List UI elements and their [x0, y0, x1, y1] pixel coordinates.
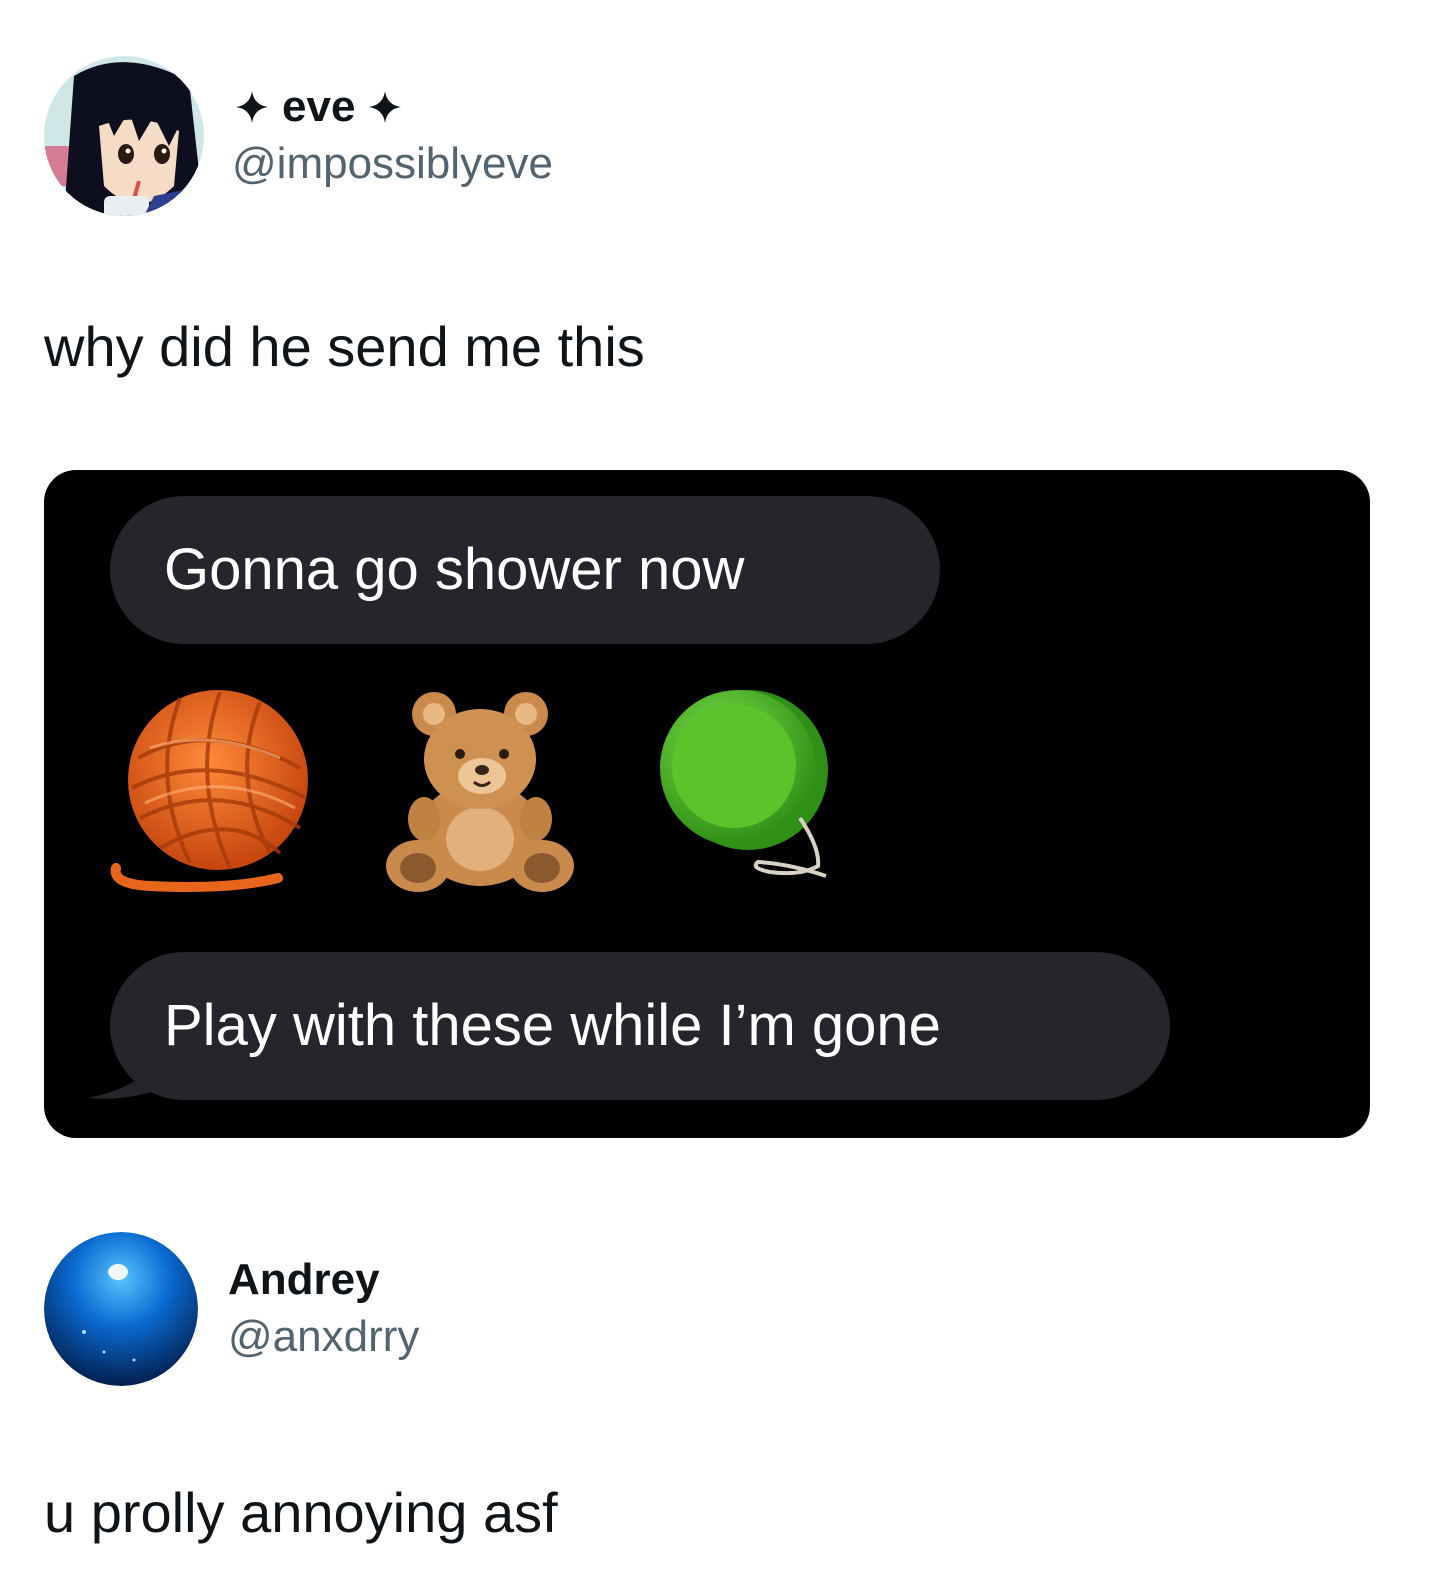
display-name[interactable]: eve — [232, 79, 553, 135]
sparkle-icon — [369, 91, 402, 123]
post-header: eve @impossiblyeve — [44, 56, 553, 216]
yarn-ball-emoji — [110, 690, 308, 892]
user-handle[interactable]: @anxdrry — [228, 1308, 419, 1366]
user-names: eve @impossiblyeve — [232, 79, 553, 193]
blue-orb-avatar-icon[interactable] — [44, 1232, 198, 1386]
display-name[interactable]: Andrey — [228, 1252, 419, 1308]
message-text: Gonna go shower now — [164, 537, 745, 602]
message-bubble: Play with these while I’m gone — [110, 952, 1170, 1100]
anime-girl-avatar-icon[interactable] — [44, 56, 204, 216]
teddy-bear-emoji — [386, 692, 574, 892]
user-handle[interactable]: @impossiblyeve — [232, 135, 553, 193]
display-name-text: Andrey — [228, 1255, 380, 1304]
bubble-tail — [88, 1046, 168, 1099]
message-text: Play with these while I’m gone — [164, 993, 941, 1058]
post-header: Andrey @anxdrry — [44, 1232, 419, 1386]
post-andrey: Andrey @anxdrry u prolly annoying asf — [0, 1160, 1433, 1593]
post-text: u prolly annoying asf — [44, 1481, 558, 1544]
post-text: why did he send me this — [44, 315, 645, 378]
display-name-text: eve — [282, 82, 356, 131]
emoji-row — [110, 688, 890, 898]
message-bubble: Gonna go shower now — [110, 496, 940, 644]
user-names: Andrey @anxdrry — [228, 1252, 419, 1366]
sparkle-icon — [236, 91, 268, 123]
yo-yo-emoji — [660, 690, 828, 878]
chat-screenshot: Gonna go shower now Play with these whil… — [44, 470, 1370, 1138]
post-eve: eve @impossiblyeve why did he send me th… — [0, 0, 1433, 1160]
